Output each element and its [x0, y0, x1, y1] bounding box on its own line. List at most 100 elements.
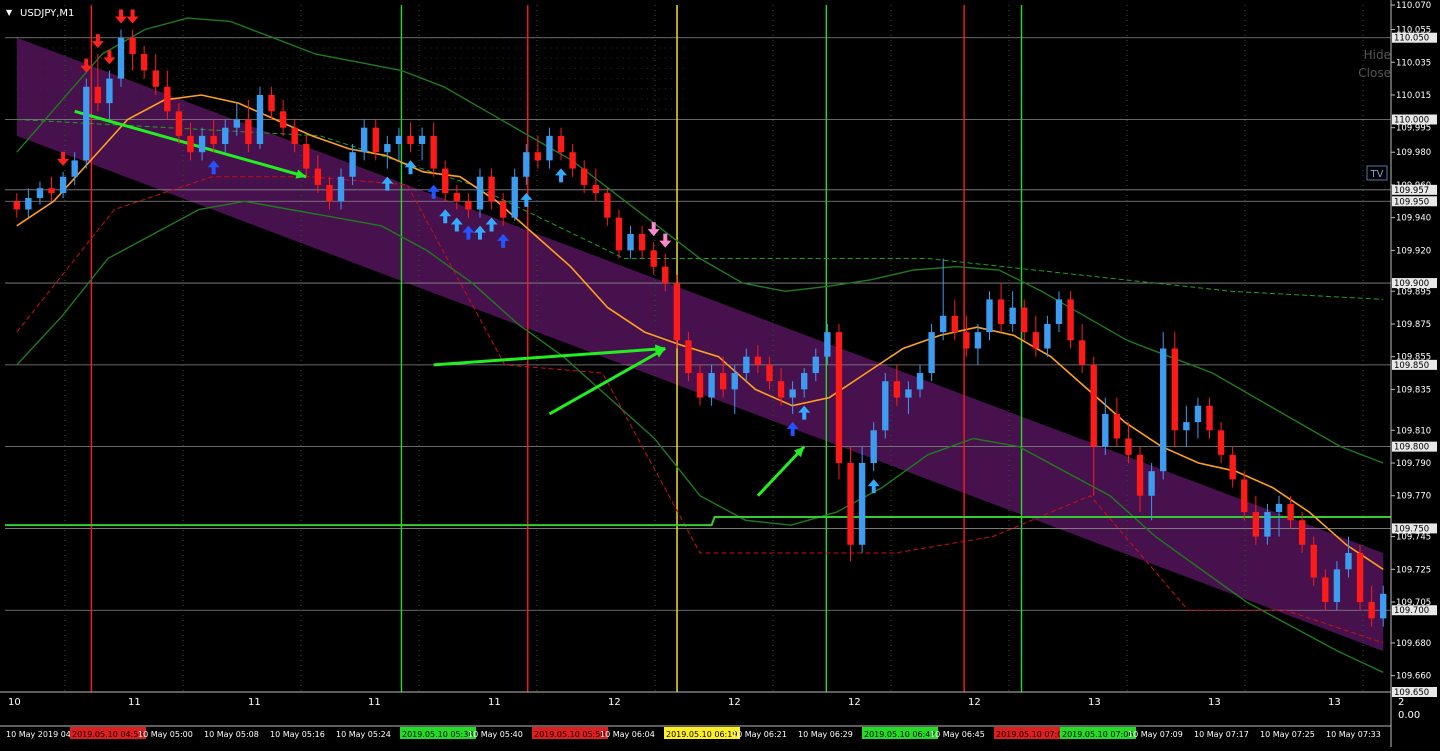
subpanel-value: 11	[488, 697, 501, 708]
time-tick-label: 10 May 05:08	[204, 730, 259, 739]
candle-body	[754, 356, 762, 365]
candle-body	[1368, 602, 1375, 619]
candle-body	[384, 144, 391, 153]
candle-body	[222, 127, 229, 145]
candle-body	[430, 135, 437, 169]
candle-body	[25, 198, 32, 210]
price-tick-label: 109.835	[1396, 385, 1431, 395]
price-tick-label: 109.875	[1396, 320, 1431, 330]
time-marker-label: 2019.05.10 07:00	[996, 730, 1067, 739]
candle-body	[673, 283, 681, 341]
subpanel-value: 11	[368, 697, 381, 708]
time-marker-label: 2019.05.10 05:38	[402, 730, 473, 739]
candle-body	[1287, 503, 1294, 521]
close-button[interactable]: Close	[1358, 66, 1391, 80]
price-tick-label: 110.070	[1396, 1, 1431, 11]
candle-body	[1044, 323, 1051, 349]
menu-icon[interactable]: ▼	[6, 8, 13, 17]
candle-body	[303, 144, 310, 169]
candle-body	[1021, 307, 1028, 333]
candle-body	[337, 176, 345, 202]
candle-body	[1206, 405, 1213, 431]
candle-body	[465, 201, 472, 210]
candle-body	[245, 119, 252, 145]
symbol-title: USDJPY,M1	[20, 8, 74, 19]
price-tick-label: 109.660	[1396, 672, 1431, 682]
candle-body	[743, 356, 750, 374]
candle-body	[858, 463, 866, 545]
candle-body	[1275, 503, 1283, 513]
time-marker-label: 2019.05.10 07:06	[1062, 730, 1133, 739]
candle-body	[870, 430, 877, 463]
candle-body	[534, 152, 542, 161]
price-tick-label: 109.810	[1396, 426, 1431, 436]
candle-body	[407, 135, 414, 145]
price-tick-label: 109.980	[1396, 148, 1431, 158]
price-level-tag-label: 109.750	[1394, 524, 1429, 534]
subpanel-value: 13	[1088, 697, 1101, 708]
subpanel-value: 11	[128, 697, 141, 708]
candle-body	[766, 364, 773, 382]
candle-body	[59, 176, 67, 194]
candle-body	[685, 340, 692, 374]
chart-window[interactable]: 110.070 110.055 110.035 110.015 109.995 109.9…	[0, 0, 1440, 747]
candle-body	[13, 201, 20, 210]
price-tick-label: 109.790	[1396, 459, 1431, 469]
candle-body	[1125, 438, 1132, 455]
candle-body	[442, 168, 449, 194]
candle-body	[638, 234, 646, 251]
candle-body	[696, 373, 704, 398]
candle-body	[569, 152, 576, 169]
candle-body	[1310, 544, 1317, 578]
time-tick-label: 10 May 06:29	[798, 730, 853, 739]
time-marker-label: 2019.05.10 06:19	[666, 730, 737, 739]
price-tick-label: 109.920	[1396, 246, 1431, 256]
tv-button[interactable]: TV	[1370, 169, 1384, 180]
candle-body	[1194, 405, 1202, 423]
candle-body	[1009, 307, 1016, 324]
price-chart[interactable]: 110.070110.055110.035110.015109.995109.9…	[0, 0, 1440, 747]
candle-body	[1136, 454, 1144, 496]
hide-button[interactable]: Hide	[1364, 48, 1391, 62]
candle-body	[233, 119, 240, 128]
candle-body	[997, 299, 1005, 324]
candle-body	[963, 332, 970, 349]
subpanel-value: 12	[968, 697, 981, 708]
price-tick-label: 110.035	[1396, 58, 1431, 68]
candle-body	[48, 188, 55, 194]
candle-body	[777, 381, 785, 398]
candle-body	[140, 54, 148, 71]
candle-body	[1229, 454, 1236, 480]
candle-body	[1102, 413, 1109, 447]
candle-body	[187, 135, 194, 153]
candle-body	[546, 135, 553, 161]
candle-body	[198, 135, 206, 153]
price-level-tag-label: 109.800	[1394, 443, 1429, 453]
time-tick-label: 10 May 06:21	[732, 730, 787, 739]
candle-body	[210, 135, 217, 145]
candle-body	[847, 463, 854, 545]
candle-body	[175, 111, 183, 136]
price-level-tag-label: 109.950	[1394, 197, 1429, 207]
candle-body	[789, 389, 796, 398]
candle-body	[557, 135, 565, 153]
candle-body	[94, 86, 102, 104]
candle-body	[36, 188, 44, 199]
candle-body	[1345, 552, 1352, 570]
time-tick-label: 10 May 07:33	[1326, 730, 1381, 739]
price-tick-label: 109.680	[1396, 639, 1431, 649]
price-level-tag-label: 109.700	[1394, 606, 1429, 616]
time-tick-label: 10 May 06:45	[930, 730, 985, 739]
candle-body	[453, 193, 461, 202]
subpanel-value: 11	[248, 697, 261, 708]
candle-body	[1078, 340, 1086, 365]
candle-body	[326, 184, 333, 202]
candle-body	[662, 266, 669, 284]
candle-body	[708, 373, 715, 398]
candle-body	[928, 332, 935, 374]
candle-body	[476, 176, 484, 210]
candle-body	[1160, 348, 1167, 472]
candle-body	[314, 168, 322, 185]
candle-body	[1380, 593, 1387, 619]
candle-body	[627, 234, 634, 251]
